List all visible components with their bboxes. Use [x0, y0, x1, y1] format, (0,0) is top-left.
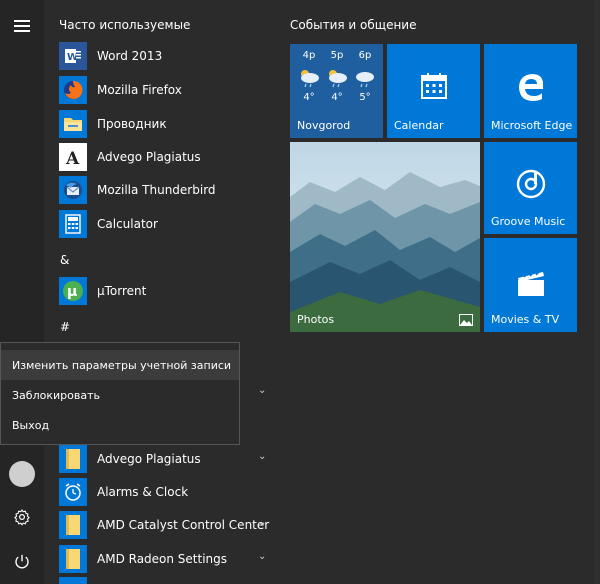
power-button[interactable] — [0, 544, 44, 580]
app-item-firefox[interactable]: Mozilla Firefox — [59, 74, 279, 106]
landscape-photo — [290, 142, 480, 332]
groove-music-tile[interactable]: Groove Music — [484, 142, 577, 234]
app-item-amd-radeon[interactable]: AMD Radeon Settings — [59, 543, 279, 575]
app-item-word[interactable]: W Word 2013 — [59, 40, 279, 72]
events-section-title: События и общение — [290, 18, 417, 32]
weather-temp: 4° — [331, 92, 343, 103]
avatar — [9, 461, 35, 487]
start-rail — [0, 0, 44, 584]
tile-label: Groove Music — [491, 215, 566, 228]
frequent-section-title: Часто используемые — [59, 18, 191, 32]
tile-label: Microsoft Edge — [491, 119, 573, 132]
calendar-tile[interactable]: Calendar — [387, 44, 480, 138]
weather-time: 5р — [330, 50, 344, 61]
partly-cloudy-rain-icon — [329, 70, 347, 88]
app-item-explorer[interactable]: Проводник — [59, 108, 279, 140]
sign-out-item[interactable]: Выход — [1, 410, 239, 440]
movies-tv-tile[interactable]: Movies & TV — [484, 238, 577, 332]
alarm-clock-icon — [59, 478, 87, 506]
app-label: AMD Radeon Settings — [97, 552, 228, 566]
app-item-amd-catalyst[interactable]: AMD Catalyst Control Center — [59, 509, 279, 541]
app-label: Alarms & Clock — [97, 485, 189, 499]
app-label: Mozilla Thunderbird — [97, 183, 216, 197]
calculator-icon — [59, 210, 87, 238]
chevron-down-icon[interactable]: ⌄ — [258, 517, 266, 528]
app-item-thunderbird[interactable]: Mozilla Thunderbird — [59, 174, 279, 206]
gear-icon — [14, 509, 30, 526]
tile-label: Photos — [297, 313, 335, 326]
utorrent-icon: µ — [59, 277, 87, 305]
weather-tile[interactable]: 4р 5р 6р 4° 4° 5° Novgorod — [290, 44, 383, 138]
chevron-down-icon[interactable]: ⌄ — [258, 385, 266, 396]
advego-icon: A — [59, 143, 87, 171]
svg-text:µ: µ — [67, 284, 77, 300]
power-icon — [15, 554, 29, 569]
thunderbird-icon — [59, 176, 87, 204]
firefox-icon — [59, 76, 87, 104]
app-label: Word 2013 — [97, 49, 163, 63]
weather-time: 4р — [302, 50, 316, 61]
app-label: Advego Plagiatus — [97, 452, 201, 466]
lock-item[interactable]: Заблокировать — [1, 380, 239, 410]
word-icon: W — [59, 42, 87, 70]
tile-label: Novgorod — [297, 119, 351, 132]
app-item-advego[interactable]: A Advego Plagiatus — [59, 141, 279, 173]
hamburger-icon — [14, 17, 30, 35]
app-item-partial[interactable] — [59, 577, 87, 584]
folder-icon — [59, 445, 87, 473]
photo-icon — [459, 314, 473, 326]
app-label: Проводник — [97, 117, 167, 131]
app-label: AMD Catalyst Control Center — [97, 518, 270, 532]
edge-tile[interactable]: Microsoft Edge — [484, 44, 577, 138]
hamburger-menu-button[interactable] — [0, 8, 44, 44]
weather-temp: 4° — [303, 92, 315, 103]
group-header-hash[interactable]: # — [60, 320, 70, 334]
folder-icon — [59, 545, 87, 573]
account-menu: Изменить параметры учетной записи Заблок… — [0, 342, 240, 445]
weather-time: 6р — [358, 50, 372, 61]
folder-icon — [59, 511, 87, 539]
app-item-calculator[interactable]: Calculator — [59, 208, 279, 240]
app-item-advego-folder[interactable]: Advego Plagiatus — [59, 443, 279, 475]
chevron-down-icon[interactable]: ⌄ — [258, 451, 266, 462]
scrollbar[interactable] — [594, 0, 600, 584]
partly-cloudy-rain-icon — [301, 70, 319, 88]
app-label: Mozilla Firefox — [97, 83, 182, 97]
app-item-alarms[interactable]: Alarms & Clock — [59, 476, 279, 508]
app-item-utorrent[interactable]: µ µTorrent — [59, 275, 279, 307]
tile-label: Movies & TV — [491, 313, 560, 326]
app-label: µTorrent — [97, 284, 147, 298]
chevron-down-icon[interactable]: ⌄ — [258, 551, 266, 562]
svg-text:A: A — [65, 149, 80, 167]
photos-tile[interactable]: Photos — [290, 142, 480, 332]
clapperboard-icon — [518, 271, 544, 296]
app-label: Advego Plagiatus — [97, 150, 201, 164]
group-header-amp[interactable]: & — [60, 253, 69, 267]
weather-temp: 5° — [359, 92, 371, 103]
change-account-settings-item[interactable]: Изменить параметры учетной записи — [1, 350, 239, 380]
cloudy-rain-icon — [356, 72, 374, 88]
settings-button[interactable] — [0, 499, 44, 535]
edge-icon — [519, 74, 544, 101]
groove-music-icon — [516, 169, 546, 199]
user-account-button[interactable] — [0, 456, 44, 492]
app-label: Calculator — [97, 217, 158, 231]
tile-label: Calendar — [394, 119, 444, 132]
calendar-icon — [421, 73, 447, 99]
explorer-icon — [59, 110, 87, 138]
